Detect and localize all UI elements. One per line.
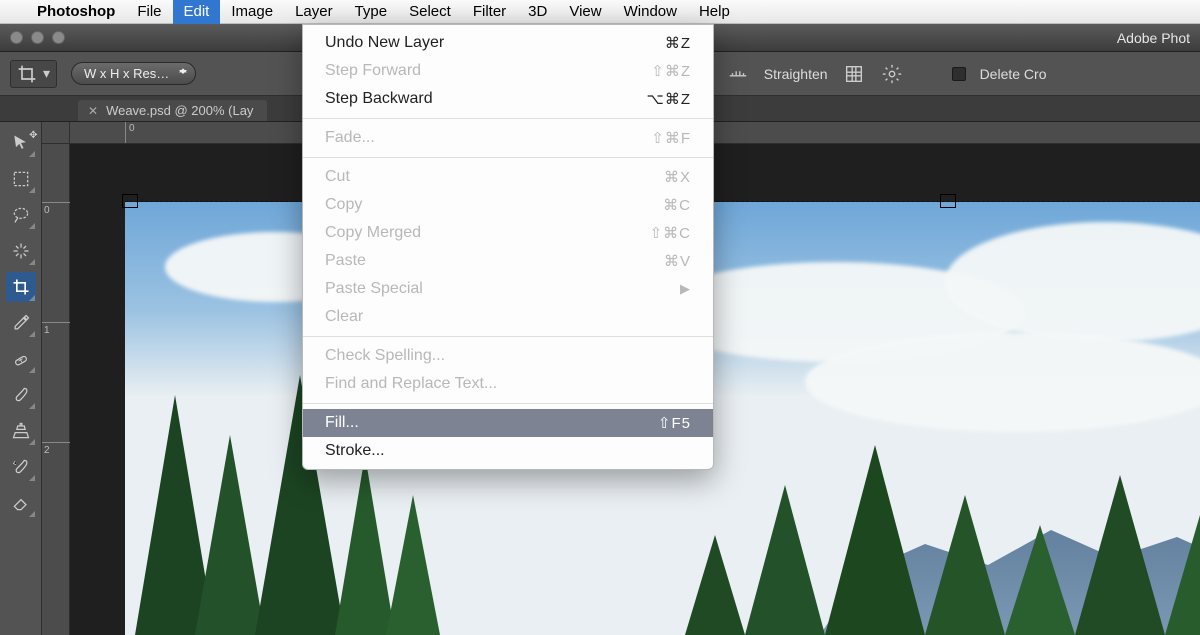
- zoom-window-icon[interactable]: [52, 31, 65, 44]
- crop-handle[interactable]: [122, 194, 138, 208]
- menu-item-paste-special: Paste Special ▶: [303, 275, 713, 303]
- menu-item-undo-new-layer[interactable]: Undo New Layer ⌘Z: [303, 29, 713, 57]
- close-window-icon[interactable]: [10, 31, 23, 44]
- menubar-item-window[interactable]: Window: [613, 0, 688, 24]
- menu-item-label: Fill...: [325, 414, 359, 432]
- menu-item-shortcut: ⇧F5: [658, 414, 691, 432]
- move-tool[interactable]: ✥: [6, 128, 36, 158]
- document-tab-label: Weave.psd @ 200% (Lay: [106, 103, 253, 118]
- menu-item-shortcut: ⌥⌘Z: [647, 90, 691, 108]
- menu-item-label: Paste Special: [325, 280, 423, 298]
- ruler-v-tick: 0: [42, 202, 70, 216]
- ruler-v-tick: 1: [42, 322, 70, 336]
- document-tab[interactable]: ✕ Weave.psd @ 200% (Lay: [78, 100, 267, 121]
- marquee-tool[interactable]: [6, 164, 36, 194]
- menu-item-shortcut: ⌘Z: [665, 34, 691, 52]
- menu-item-stroke[interactable]: Stroke...: [303, 437, 713, 465]
- menubar-item-view[interactable]: View: [558, 0, 612, 24]
- menubar-item-file[interactable]: File: [126, 0, 172, 24]
- menu-item-paste: Paste ⌘V: [303, 247, 713, 275]
- menu-item-shortcut: ⇧⌘C: [650, 224, 691, 242]
- close-tab-icon[interactable]: ✕: [88, 104, 98, 118]
- eraser-tool[interactable]: [6, 488, 36, 518]
- clone-stamp-tool[interactable]: [6, 416, 36, 446]
- menu-item-shortcut: ⇧⌘F: [651, 129, 691, 147]
- ruler-vertical[interactable]: 0 1 2: [42, 144, 70, 635]
- menu-item-shortcut: ⌘C: [663, 196, 691, 214]
- history-brush-tool[interactable]: [6, 452, 36, 482]
- healing-brush-tool[interactable]: [6, 344, 36, 374]
- delete-cropped-label: Delete Cro: [980, 66, 1047, 82]
- menu-item-copy: Copy ⌘C: [303, 191, 713, 219]
- menubar-item-type[interactable]: Type: [344, 0, 399, 24]
- crop-tool[interactable]: [6, 272, 36, 302]
- menubar-item-layer[interactable]: Layer: [284, 0, 344, 24]
- menu-item-label: Copy: [325, 196, 362, 214]
- menu-item-shortcut: ⌘V: [664, 252, 691, 270]
- magic-wand-tool[interactable]: [6, 236, 36, 266]
- menubar-item-select[interactable]: Select: [398, 0, 462, 24]
- menubar-item-filter[interactable]: Filter: [462, 0, 517, 24]
- menubar-appname[interactable]: Photoshop: [26, 0, 126, 24]
- menu-item-step-backward[interactable]: Step Backward ⌥⌘Z: [303, 85, 713, 113]
- menu-item-label: Clear: [325, 308, 363, 326]
- menubar-item-help[interactable]: Help: [688, 0, 741, 24]
- menu-item-shortcut: ⇧⌘Z: [651, 62, 691, 80]
- menubar-item-edit[interactable]: Edit: [173, 0, 221, 24]
- menu-item-shortcut: ⌘X: [664, 168, 691, 186]
- menu-item-label: Step Forward: [325, 62, 421, 80]
- menu-item-label: Paste: [325, 252, 366, 270]
- delete-cropped-checkbox[interactable]: [952, 67, 966, 81]
- brush-tool[interactable]: [6, 380, 36, 410]
- ruler-h-tick: 0: [125, 122, 135, 144]
- menu-item-label: Cut: [325, 168, 350, 186]
- menu-item-clear: Clear: [303, 303, 713, 331]
- menubar-item-image[interactable]: Image: [220, 0, 284, 24]
- menu-item-fade: Fade... ⇧⌘F: [303, 124, 713, 152]
- menu-item-label: Step Backward: [325, 90, 433, 108]
- window-title: Adobe Phot: [1117, 30, 1190, 46]
- menu-item-label: Find and Replace Text...: [325, 375, 497, 393]
- menu-item-cut: Cut ⌘X: [303, 163, 713, 191]
- menu-item-label: Check Spelling...: [325, 347, 445, 365]
- menu-item-step-forward: Step Forward ⇧⌘Z: [303, 57, 713, 85]
- menu-item-shortcut: ▶: [680, 281, 691, 297]
- minimize-window-icon[interactable]: [31, 31, 44, 44]
- straighten-icon[interactable]: [726, 62, 750, 86]
- menu-item-label: Stroke...: [325, 442, 385, 460]
- menu-item-label: Fade...: [325, 129, 375, 147]
- crop-icon: [17, 64, 37, 84]
- menu-item-label: Copy Merged: [325, 224, 421, 242]
- ruler-v-tick: 2: [42, 442, 70, 456]
- tools-panel: ✥: [0, 122, 42, 635]
- lasso-tool[interactable]: [6, 200, 36, 230]
- crop-tool-preset-button[interactable]: ▾: [10, 60, 57, 88]
- mac-menubar: Photoshop FileEditImageLayerTypeSelectFi…: [0, 0, 1200, 24]
- menu-item-copy-merged: Copy Merged ⇧⌘C: [303, 219, 713, 247]
- menu-item-fill[interactable]: Fill... ⇧F5: [303, 409, 713, 437]
- traffic-lights: [10, 31, 65, 44]
- ruler-origin[interactable]: [42, 122, 70, 144]
- crop-options-gear-icon[interactable]: [880, 62, 904, 86]
- edit-menu-dropdown: Undo New Layer ⌘Z Step Forward ⇧⌘Z Step Back…: [302, 24, 714, 470]
- menubar-item-3d[interactable]: 3D: [517, 0, 558, 24]
- crop-handle[interactable]: [940, 194, 956, 208]
- straighten-label: Straighten: [764, 66, 828, 82]
- eyedropper-tool[interactable]: [6, 308, 36, 338]
- crop-overlay-icon[interactable]: [842, 62, 866, 86]
- menu-item-label: Undo New Layer: [325, 34, 444, 52]
- menu-item-find-and-replace-text: Find and Replace Text...: [303, 370, 713, 398]
- crop-aspect-dropdown[interactable]: W x H x Res…: [71, 62, 196, 85]
- menu-item-check-spelling: Check Spelling...: [303, 342, 713, 370]
